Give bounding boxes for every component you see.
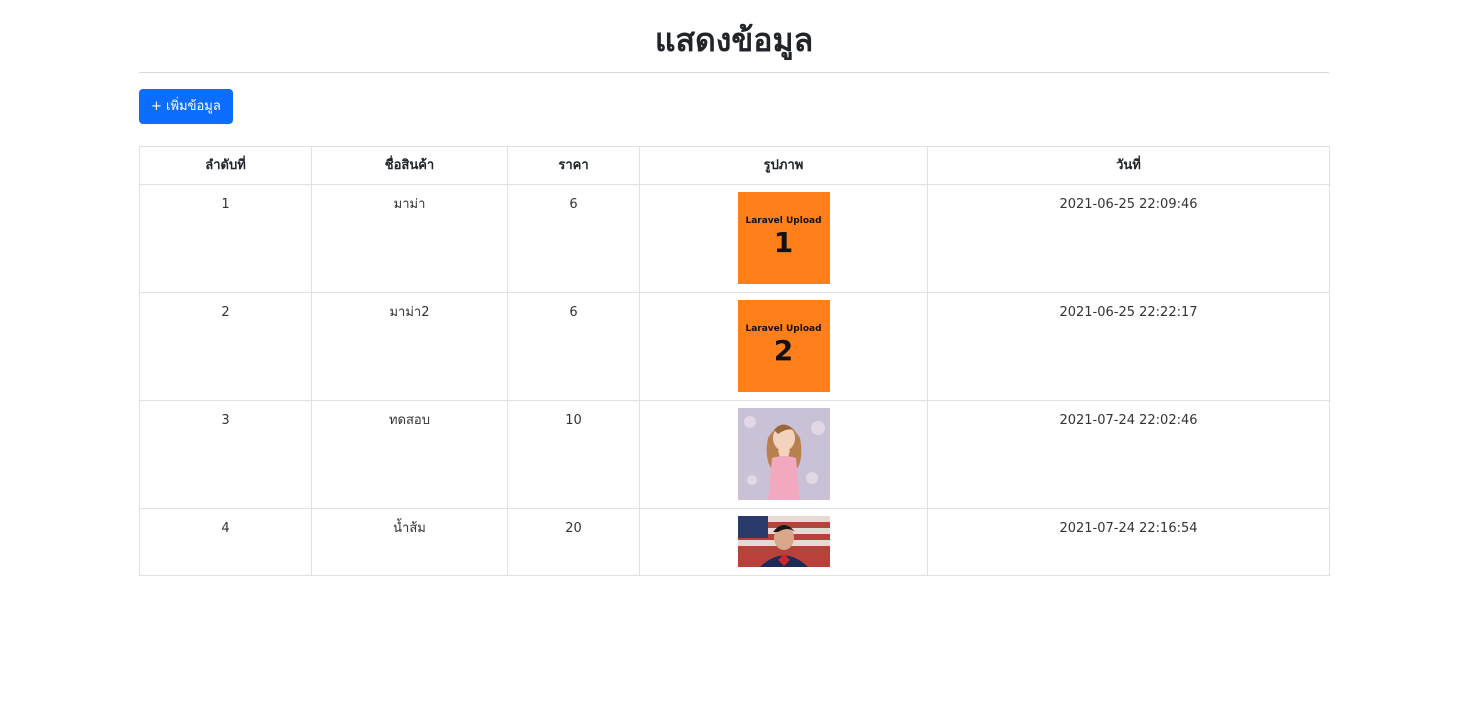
main-container: แสดงข้อมูล + เพิ่มข้อมูล ลำดับที่ ชื่อสิ… [139, 0, 1330, 576]
cell-date: 2021-06-25 22:09:46 [927, 184, 1330, 293]
page-title: แสดงข้อมูล [654, 21, 814, 59]
table-row: 3 ทดสอบ 10 2021-07-24 22:02:46 [139, 400, 1330, 509]
thumb-number: 1 [773, 226, 794, 259]
cell-index-text: 4 [221, 521, 230, 536]
cell-date: 2021-07-24 22:02:46 [927, 400, 1330, 509]
table-row: 4 น้ำส้ม 20 2021-07-24 22:16:54 [139, 508, 1330, 576]
laravel-upload-1-image: Laravel Upload 1 [737, 192, 830, 284]
superman-image [737, 516, 830, 567]
cell-index: 2 [139, 292, 312, 401]
cell-name: ทดสอบ [311, 400, 508, 509]
cell-name-text: ทดสอบ [388, 413, 430, 428]
cell-price: 10 [507, 400, 640, 509]
cell-price-text: 10 [565, 413, 582, 428]
laravel-upload-2-image: Laravel Upload 2 [737, 300, 830, 392]
cell-price-text: 6 [569, 197, 578, 212]
cell-name: มาม่า2 [311, 292, 508, 401]
column-header-name: ชื่อสินค้า [311, 146, 508, 185]
anime-girl-image [737, 408, 830, 500]
cell-name-text: น้ำส้ม [393, 521, 426, 536]
thumb-number: 2 [773, 334, 794, 367]
cell-name: มาม่า [311, 184, 508, 293]
cell-image: Laravel Upload 2 [639, 292, 928, 401]
cell-date: 2021-07-24 22:16:54 [927, 508, 1330, 576]
column-header-price: ราคา [507, 146, 640, 185]
cell-price: 20 [507, 508, 640, 576]
cell-index-text: 3 [221, 413, 230, 428]
cell-name-text: มาม่า2 [389, 305, 430, 320]
cell-index-text: 2 [221, 305, 230, 320]
cell-price-text: 6 [569, 305, 578, 320]
table-row: 2 มาม่า2 6 Laravel Upload 2 2021-06-25 2… [139, 292, 1330, 401]
cell-price: 6 [507, 184, 640, 293]
cell-name: น้ำส้ม [311, 508, 508, 576]
cell-index: 4 [139, 508, 312, 576]
add-data-button[interactable]: + เพิ่มข้อมูล [139, 89, 233, 124]
cell-index: 1 [139, 184, 312, 293]
column-header-date: วันที่ [927, 146, 1330, 185]
data-table: ลำดับที่ ชื่อสินค้า ราคา รูปภาพ วันที่ 1… [139, 146, 1330, 576]
cell-date-text: 2021-07-24 22:02:46 [1059, 413, 1198, 428]
cell-price: 6 [507, 292, 640, 401]
cell-image [639, 508, 928, 576]
title-divider [139, 72, 1329, 73]
table-header-row: ลำดับที่ ชื่อสินค้า ราคา รูปภาพ วันที่ [139, 146, 1330, 185]
thumb-caption: Laravel Upload [745, 324, 822, 334]
cell-date-text: 2021-06-25 22:09:46 [1059, 197, 1198, 212]
cell-index-text: 1 [221, 197, 230, 212]
cell-name-text: มาม่า [393, 197, 426, 212]
cell-image: Laravel Upload 1 [639, 184, 928, 293]
table-row: 1 มาม่า 6 Laravel Upload 1 2021-06-25 22… [139, 184, 1330, 293]
cell-date-text: 2021-06-25 22:22:17 [1059, 305, 1198, 320]
cell-price-text: 20 [565, 521, 582, 536]
cell-date: 2021-06-25 22:22:17 [927, 292, 1330, 401]
cell-date-text: 2021-07-24 22:16:54 [1059, 521, 1198, 536]
column-header-index: ลำดับที่ [139, 146, 312, 185]
cell-index: 3 [139, 400, 312, 509]
cell-image [639, 400, 928, 509]
thumb-caption: Laravel Upload [745, 216, 822, 226]
column-header-image: รูปภาพ [639, 146, 928, 185]
